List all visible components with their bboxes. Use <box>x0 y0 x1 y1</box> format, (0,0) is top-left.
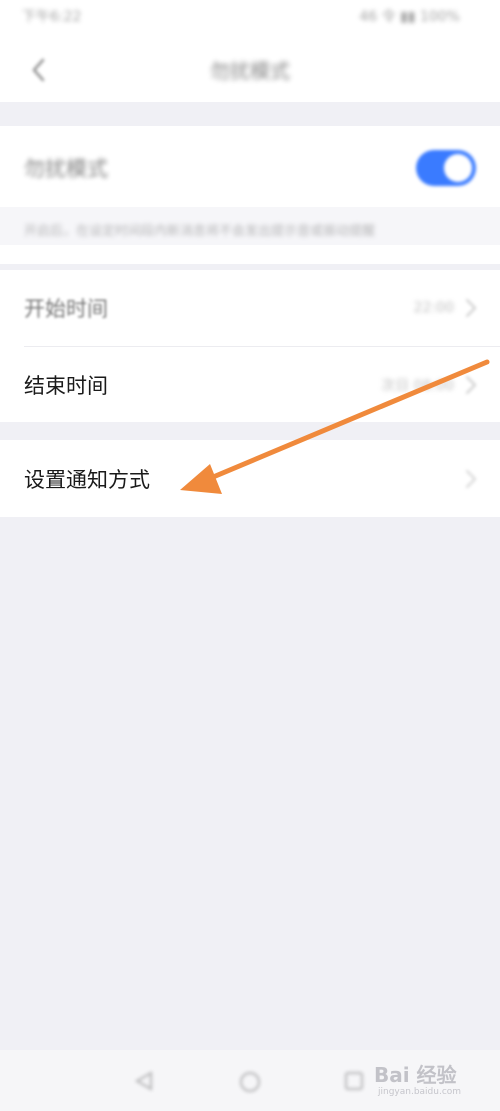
baidu-watermark: Bai 经验 jingyan.baidu.com <box>374 1057 472 1103</box>
chevron-right-icon <box>466 376 476 394</box>
status-bar: 下午6:22 46 令 ▮▮ 100% <box>0 0 500 36</box>
notify-method-label: 设置通知方式 <box>24 467 150 492</box>
status-indicators: 46 令 ▮▮ 100% <box>359 9 460 25</box>
start-time-row[interactable]: 开始时间 22:00 <box>0 270 500 346</box>
page-title: 勿扰模式 <box>210 59 290 83</box>
dnd-label: 勿扰模式 <box>24 157 108 181</box>
watermark-sub: jingyan.baidu.com <box>378 1087 462 1097</box>
dnd-description: 开启后，在设定时间段内新消息将不会发出提示音或振动提醒 <box>24 224 376 239</box>
watermark-text: Bai 经验 <box>374 1063 457 1087</box>
start-time-value: 22:00 <box>413 300 454 316</box>
recents-square-icon[interactable] <box>343 1070 365 1092</box>
dnd-toggle-row: 勿扰模式 <box>0 126 500 210</box>
back-triangle-icon[interactable] <box>133 1070 155 1092</box>
start-time-label: 开始时间 <box>24 297 108 321</box>
dnd-toggle[interactable] <box>416 150 476 186</box>
chevron-right-icon <box>466 469 476 488</box>
nav-bar: 勿扰模式 <box>0 36 500 102</box>
home-circle-icon[interactable] <box>238 1070 262 1094</box>
chevron-right-icon <box>466 299 476 317</box>
end-time-value: 次日 08:00 <box>381 378 454 394</box>
status-time: 下午6:22 <box>22 9 82 25</box>
end-time-label: 结束时间 <box>24 374 108 398</box>
toggle-knob <box>444 154 472 182</box>
end-time-row[interactable]: 结束时间 次日 08:00 <box>0 347 500 423</box>
notify-method-row[interactable]: 设置通知方式 <box>0 440 500 517</box>
